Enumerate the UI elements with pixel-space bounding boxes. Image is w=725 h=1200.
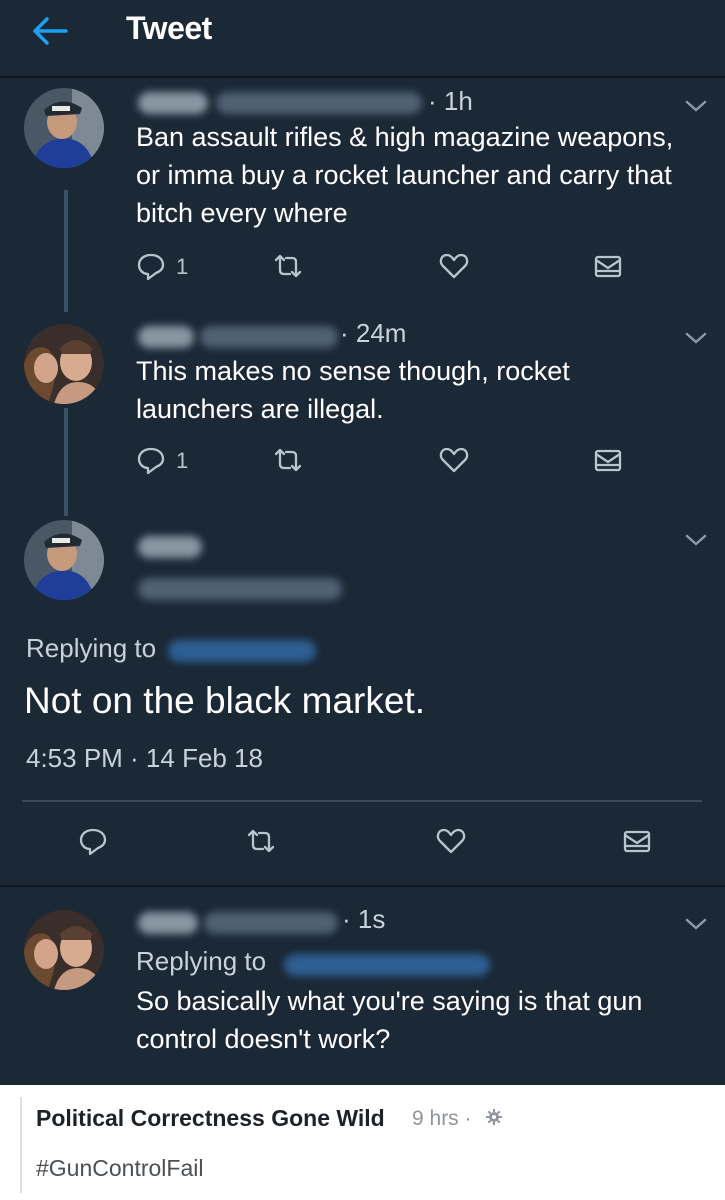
- retweet-icon[interactable]: [272, 250, 304, 282]
- replying-to-handle-blurred[interactable]: [168, 640, 316, 662]
- retweet-icon[interactable]: [272, 444, 304, 476]
- chevron-down-icon[interactable]: [682, 530, 710, 550]
- tweet-time: · 24m: [340, 318, 407, 348]
- avatar-photo: [24, 910, 104, 990]
- top-bar: Tweet: [0, 0, 725, 78]
- tweet-text-line: This makes no sense though, rocket: [136, 356, 570, 386]
- globe-privacy-icon: [486, 1109, 502, 1125]
- tweet-text: Ban assault rifles & high magazine weapo…: [136, 118, 673, 232]
- post-time[interactable]: 9 hrs ·: [412, 1107, 472, 1131]
- avatar-photo: [24, 324, 104, 404]
- thread-line: [64, 190, 68, 312]
- page-title: Tweet: [126, 10, 212, 46]
- direct-message-icon[interactable]: [592, 444, 624, 476]
- like-icon[interactable]: [434, 825, 468, 857]
- avatar-photo: [24, 88, 104, 168]
- divider: [22, 800, 702, 802]
- avatar[interactable]: [24, 88, 104, 168]
- retweet-icon[interactable]: [244, 825, 278, 857]
- tweet-text: This makes no sense though, rocket launc…: [136, 352, 570, 428]
- tweet-text-line: bitch every where: [136, 198, 348, 228]
- author-name-blurred[interactable]: [138, 92, 208, 114]
- tweet-text-line: launchers are illegal.: [136, 394, 384, 424]
- chevron-down-icon[interactable]: [682, 96, 710, 116]
- tweet-time: · 1s: [342, 904, 386, 934]
- author-name-blurred[interactable]: [138, 912, 198, 934]
- tweet-timestamp: 4:53 PM · 14 Feb 18: [26, 743, 264, 773]
- back-arrow-icon[interactable]: [30, 14, 70, 48]
- divider: [0, 885, 725, 887]
- author-name-blurred[interactable]: [138, 536, 202, 558]
- tweet-text-line: control doesn't work?: [136, 1024, 391, 1054]
- focused-tweet-text: Not on the black market.: [24, 680, 426, 721]
- facebook-post-footer: Political Correctness Gone Wild 9 hrs · …: [0, 1085, 725, 1200]
- avatar[interactable]: [24, 324, 104, 404]
- replying-to-label: Replying to: [26, 633, 157, 663]
- reply-icon[interactable]: [136, 250, 166, 282]
- tweet-text: So basically what you're saying is that …: [136, 982, 642, 1058]
- direct-message-icon[interactable]: [592, 250, 624, 282]
- author-handle-blurred: [138, 578, 342, 600]
- replying-to-handle-blurred[interactable]: [284, 954, 490, 976]
- chevron-down-icon[interactable]: [682, 328, 710, 348]
- avatar[interactable]: [24, 520, 104, 600]
- divider: [20, 1097, 22, 1193]
- tweet-time: · 1h: [428, 86, 473, 116]
- thread-line: [64, 408, 68, 516]
- like-icon[interactable]: [438, 444, 470, 476]
- hashtag-link[interactable]: #GunControlFail: [36, 1155, 203, 1182]
- avatar[interactable]: [24, 910, 104, 990]
- tweet-text-line: Ban assault rifles & high magazine weapo…: [136, 122, 674, 152]
- tweet-text-line: So basically what you're saying is that …: [136, 986, 643, 1016]
- reply-icon[interactable]: [136, 444, 166, 476]
- author-name-blurred[interactable]: [138, 326, 194, 348]
- avatar-photo: [24, 520, 104, 600]
- author-handle-blurred: [204, 912, 338, 934]
- direct-message-icon[interactable]: [620, 825, 654, 857]
- page-name-link[interactable]: Political Correctness Gone Wild: [36, 1105, 385, 1132]
- replying-to-label: Replying to: [136, 946, 267, 976]
- reply-count: 1: [176, 448, 189, 473]
- tweet-text-line: or imma buy a rocket launcher and carry …: [136, 160, 672, 190]
- reply-icon[interactable]: [76, 825, 110, 857]
- tweet-screen: Tweet · 1h Ban assault rifles & high mag…: [0, 0, 725, 1085]
- author-handle-blurred: [200, 326, 338, 348]
- author-handle-blurred: [216, 92, 422, 114]
- chevron-down-icon[interactable]: [682, 914, 710, 934]
- like-icon[interactable]: [438, 250, 470, 282]
- reply-count: 1: [176, 254, 189, 279]
